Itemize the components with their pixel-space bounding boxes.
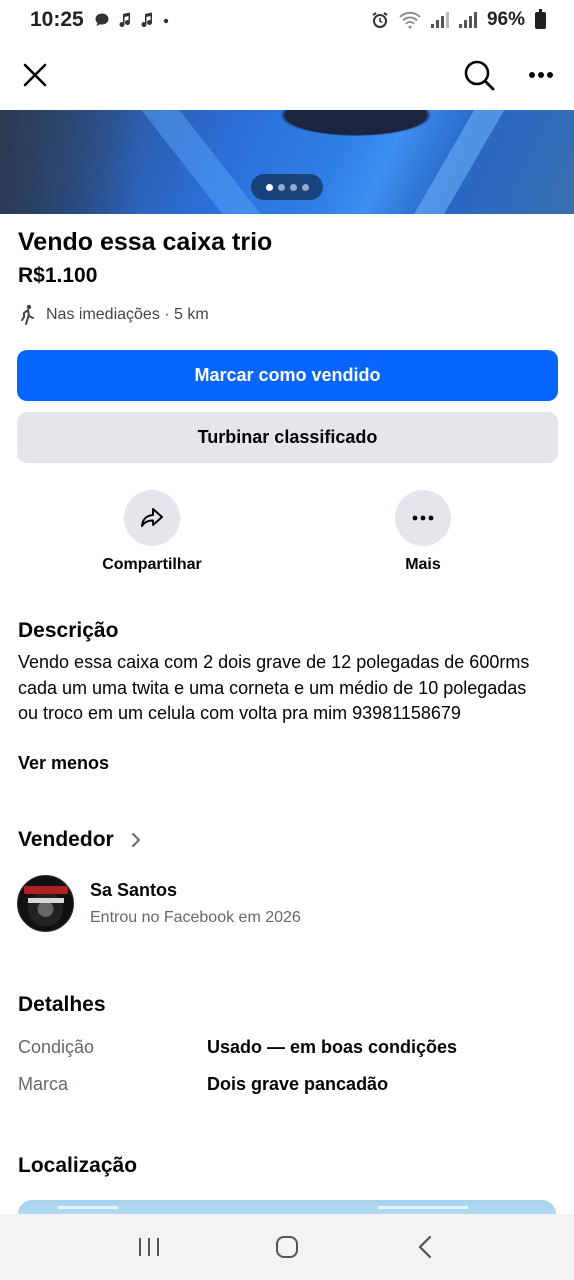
more-action[interactable]: Mais (353, 490, 493, 574)
share-label: Compartilhar (102, 556, 202, 573)
listing-location: Nas imediações · 5 km (18, 304, 209, 326)
photo-detail (381, 110, 505, 214)
close-button[interactable] (14, 54, 56, 96)
status-left: 10:25 (30, 8, 170, 32)
pagination-dot[interactable] (277, 183, 285, 191)
detail-label: Condição (18, 1037, 95, 1057)
listing-price: R$1.100 (18, 264, 98, 287)
location-heading: Localização (18, 1154, 138, 1177)
seller-header[interactable]: Vendedor (18, 828, 142, 852)
walking-icon (21, 304, 34, 325)
chat-bubble-icon (95, 13, 109, 26)
seller-avatar[interactable] (17, 875, 74, 932)
search-icon (464, 60, 495, 91)
pagination-dot[interactable] (301, 183, 309, 191)
chevron-right-icon (131, 833, 141, 847)
search-button[interactable] (458, 54, 500, 96)
description-text: Vendo essa caixa com 2 dois grave de 12 … (18, 652, 530, 723)
listing-title: Vendo essa caixa trio (18, 228, 273, 256)
avatar-detail (24, 886, 68, 894)
alarm-icon (372, 12, 388, 28)
more-icon (529, 72, 553, 78)
notification-icons (94, 12, 170, 28)
seller-joined: Entrou no Facebook em 2026 (90, 909, 301, 926)
home-button[interactable] (257, 1222, 317, 1272)
status-time: 10:25 (30, 8, 84, 31)
back-button[interactable] (395, 1222, 455, 1272)
share-action[interactable]: Compartilhar (82, 490, 222, 574)
status-bar: 10:25 96% (0, 0, 574, 40)
map-road (378, 1206, 468, 1209)
share-icon (141, 508, 163, 527)
system-nav-bar (0, 1214, 574, 1280)
battery-icon (535, 8, 546, 29)
pagination-dot[interactable] (289, 183, 297, 191)
more-button[interactable] (395, 490, 451, 546)
photo-pagination[interactable] (251, 174, 323, 200)
top-nav (0, 44, 574, 106)
music-note-icon (119, 12, 130, 27)
location-text: Nas imediações · 5 km (46, 306, 209, 323)
detail-value: Usado — em boas condições (207, 1037, 458, 1057)
see-less-link[interactable]: Ver menos (18, 753, 109, 774)
dot-icon (163, 18, 168, 24)
pagination-dot[interactable] (265, 183, 273, 191)
mark-as-sold-button[interactable]: Marcar como vendido (17, 350, 558, 401)
back-icon (418, 1235, 432, 1259)
more-icon (412, 515, 434, 521)
details-heading: Detalhes (18, 993, 106, 1016)
signal-icon-2 (458, 12, 477, 28)
recent-apps-button[interactable] (119, 1222, 179, 1272)
description-heading: Descrição (18, 619, 119, 642)
photo-shade (0, 110, 140, 214)
avatar-detail (28, 898, 64, 903)
battery-percent: 96% (486, 9, 525, 30)
home-icon (276, 1236, 298, 1258)
close-icon (23, 63, 47, 87)
music-note-icon (141, 12, 152, 27)
status-right: 96% (371, 8, 546, 31)
more-label: Mais (405, 556, 441, 573)
boost-listing-button[interactable]: Turbinar classificado (17, 412, 558, 463)
recent-apps-icon (139, 1238, 159, 1256)
detail-label: Marca (18, 1074, 69, 1094)
more-options-button[interactable] (520, 54, 562, 96)
signal-icon (430, 12, 449, 28)
detail-value: Dois grave pancadão (207, 1074, 389, 1094)
map-road (58, 1206, 118, 1209)
share-button[interactable] (124, 490, 180, 546)
seller-name[interactable]: Sa Santos (90, 880, 177, 901)
wifi-icon (399, 11, 421, 29)
seller-heading: Vendedor (18, 828, 114, 851)
